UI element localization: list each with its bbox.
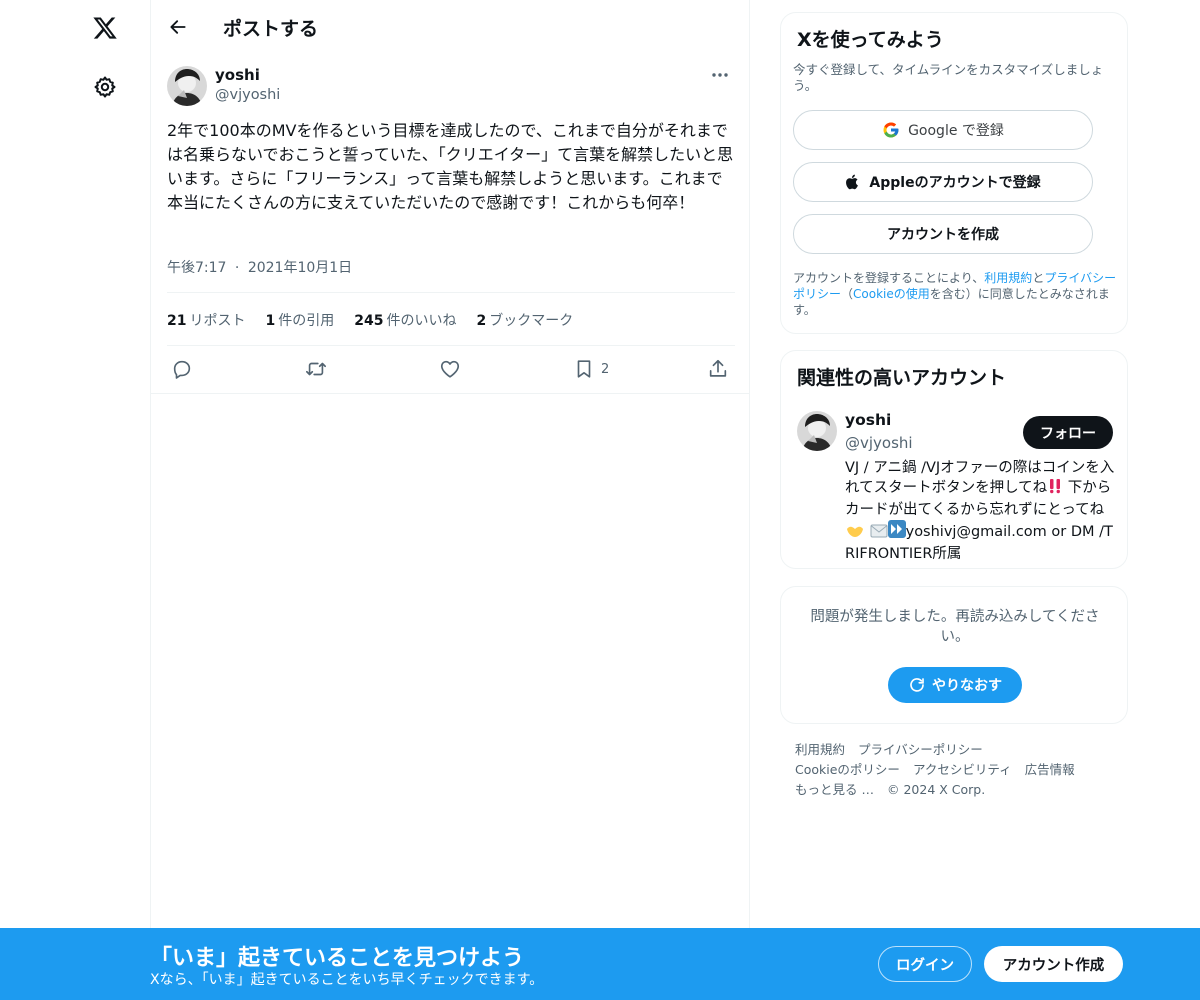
double-exclamation-icon (1047, 478, 1063, 500)
author-handle[interactable]: @vjyoshi (215, 87, 280, 103)
fast-forward-icon (887, 520, 906, 544)
footer-copyright: © 2024 X Corp. (886, 782, 986, 797)
cookie-link[interactable]: Cookieの使用 (853, 287, 930, 301)
repost-icon (306, 362, 326, 376)
meta-separator: · (234, 260, 240, 276)
x-logo-link[interactable] (82, 5, 128, 51)
left-nav (0, 0, 150, 1000)
hands-icon (845, 522, 865, 544)
google-icon (882, 121, 900, 139)
google-signup-button[interactable]: Google で登録 (793, 110, 1093, 150)
reply-icon (173, 360, 191, 379)
page-title: ポストする (223, 18, 319, 40)
follow-button[interactable]: フォロー (1023, 416, 1113, 449)
author-name[interactable]: yoshi (215, 66, 260, 84)
post-stats: 21 リポスト 1 件の引用 245 件のいいね 2 ブックマーク (167, 310, 573, 330)
post-date: 2021年10月1日 (247, 260, 353, 276)
stat-quotes[interactable]: 1 件の引用 (265, 310, 334, 330)
post-time: 午後7:17 (167, 260, 227, 276)
back-button[interactable] (161, 10, 195, 44)
divider (167, 292, 735, 293)
divider (151, 393, 749, 394)
post-actions: 2 (151, 346, 749, 393)
share-button[interactable] (707, 356, 729, 382)
footer-more-link[interactable]: もっと見る … (795, 780, 874, 800)
register-button[interactable]: アカウント作成 (984, 946, 1123, 982)
google-signup-label: Google で登録 (908, 123, 1004, 139)
envelope-icon (870, 524, 888, 544)
apple-signup-button[interactable]: Appleのアカウントで登録 (793, 162, 1093, 202)
sidebar-footer: 利用規約 プライバシーポリシー Cookieのポリシー アクセシビリティ 広告情… (795, 740, 1125, 800)
related-account-name[interactable]: yoshi (845, 411, 891, 429)
footer-accessibility-link[interactable]: アクセシビリティ (913, 760, 1012, 780)
bookmark-icon (577, 360, 591, 378)
more-options-button[interactable] (703, 64, 737, 86)
avatar[interactable] (797, 411, 837, 451)
terms-link[interactable]: 利用規約 (984, 271, 1032, 285)
post-timestamp[interactable]: 午後7:17 · 2021年10月1日 (167, 257, 352, 277)
x-logo-icon (93, 17, 117, 39)
retry-button[interactable]: やりなおす (888, 667, 1022, 703)
settings-button[interactable] (82, 64, 128, 110)
gear-icon (94, 76, 116, 98)
signup-card: Xを使ってみよう 今すぐ登録して、タイムラインをカスタマイズしましょう。 Goo… (780, 12, 1128, 334)
login-banner: 「いま」起きていることを見つけよう Xなら、「いま」起きていることをいち早くチェ… (0, 928, 1200, 1000)
footer-terms-link[interactable]: 利用規約 (795, 740, 845, 760)
related-accounts-card: 関連性の高いアカウント yoshi @vjyoshi フォロー VJ / アニ鍋… (780, 350, 1128, 569)
error-message: 問題が発生しました。再読み込みしてください。 (810, 609, 1100, 645)
main-column: ポストする yoshi @vjyoshi 2年で100本のMVを作るという目標を… (150, 0, 750, 1000)
reply-button[interactable] (171, 356, 193, 382)
back-arrow-icon (170, 20, 186, 34)
bookmark-count: 2 (601, 361, 610, 377)
avatar[interactable] (167, 66, 207, 106)
related-title: 関連性の高いアカウント (797, 367, 1007, 389)
banner-title: 「いま」起きていることを見つけよう (150, 946, 525, 971)
bookmark-button[interactable]: 2 (573, 356, 609, 382)
stat-bookmarks[interactable]: 2 ブックマーク (476, 310, 573, 330)
signup-subtitle: 今すぐ登録して、タイムラインをカスタマイズしましょう。 (793, 62, 1104, 93)
post-author: yoshi @vjyoshi (167, 64, 737, 108)
retry-label: やりなおす (932, 678, 1002, 694)
signup-terms: アカウントを登録することにより、利用規約とプライバシーポリシー（Cookieの使… (793, 271, 1117, 317)
stat-reposts[interactable]: 21 リポスト (167, 310, 245, 330)
error-card: 問題が発生しました。再読み込みしてください。 やりなおす (780, 586, 1128, 724)
post-text: 2年で100本のMVを作るという目標を達成したので、これまで自分がそれまでは名乗… (167, 121, 734, 212)
post-header: ポストする (151, 0, 749, 53)
apple-signup-label: Appleのアカウントで登録 (869, 175, 1041, 191)
stat-likes[interactable]: 245 件のいいね (354, 310, 456, 330)
share-icon (709, 359, 727, 377)
more-icon (712, 73, 728, 77)
signup-title: Xを使ってみよう (797, 29, 944, 51)
footer-cookie-link[interactable]: Cookieのポリシー (795, 760, 900, 780)
related-account-handle[interactable]: @vjyoshi (845, 434, 913, 452)
apple-icon (845, 173, 861, 191)
like-button[interactable] (439, 356, 461, 382)
refresh-icon (908, 676, 926, 694)
footer-privacy-link[interactable]: プライバシーポリシー (858, 740, 983, 760)
create-account-button[interactable]: アカウントを作成 (793, 214, 1093, 254)
login-button[interactable]: ログイン (878, 946, 972, 982)
banner-subtitle: Xなら、「いま」起きていることをいち早くチェックできます。 (150, 972, 544, 988)
page: ポストする yoshi @vjyoshi 2年で100本のMVを作るという目標を… (0, 0, 1200, 1000)
repost-button[interactable] (304, 356, 328, 382)
related-account-bio: VJ / アニ鍋 /VJオファーの際はコインを入れてスタートボタンを押してね 下… (845, 460, 1115, 562)
like-icon (440, 360, 460, 378)
footer-ads-link[interactable]: 広告情報 (1025, 760, 1075, 780)
